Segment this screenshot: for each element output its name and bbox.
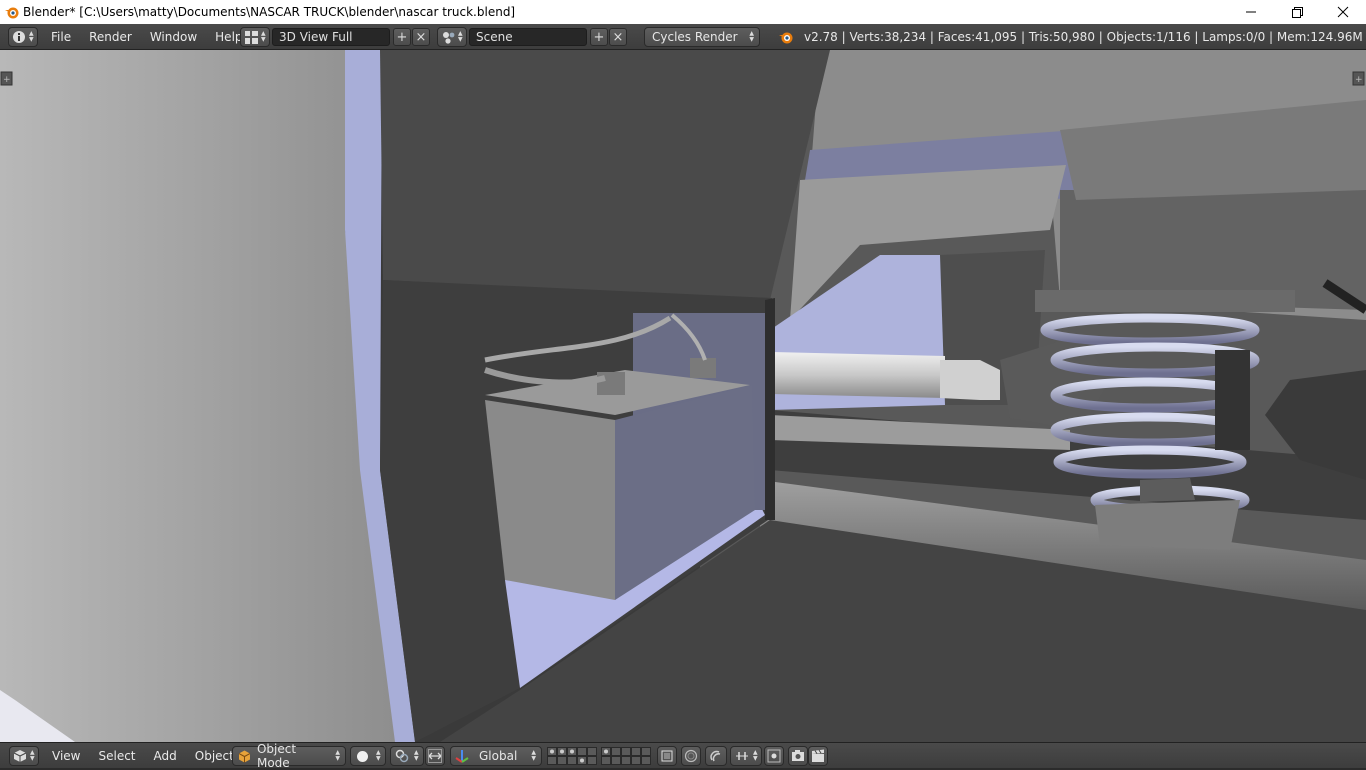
3d-editor-type-button[interactable]: ▲ ▼ [9, 746, 39, 766]
render-engine-dropdown[interactable]: Cycles Render ▲ ▼ [644, 27, 760, 47]
window-title: Blender* [C:\Users\matty\Documents\NASCA… [23, 5, 516, 19]
screen-layout-icon [245, 30, 258, 44]
transform-orientation-icon [455, 750, 469, 763]
render-engine-label: Cycles Render [652, 30, 738, 44]
viewport-corner-widget-left[interactable]: + [0, 71, 13, 86]
window-titlebar: Blender* [C:\Users\matty\Documents\NASCA… [0, 0, 1366, 24]
mode-label: Object Mode [256, 742, 297, 770]
restore-icon[interactable] [1274, 0, 1320, 24]
menu-window[interactable]: Window [143, 27, 204, 47]
updown-arrows-icon: ▲ ▼ [335, 749, 340, 762]
delete-scene-icon[interactable]: × [609, 28, 627, 46]
editor-type-button[interactable]: ▲ ▼ [8, 27, 38, 47]
delete-screen-icon[interactable]: × [412, 28, 430, 46]
menu-view[interactable]: View [45, 746, 87, 766]
snap-element-icon[interactable] [764, 746, 784, 766]
scene-selector[interactable]: ▲ ▼ [437, 27, 467, 47]
3d-view-menu-bar: View Select Add Object [45, 746, 241, 766]
pivot-dropdown[interactable]: ▲ ▼ [390, 746, 424, 766]
menu-select[interactable]: Select [91, 746, 142, 766]
orientation-label: Global [479, 749, 518, 763]
object-mode-icon [238, 750, 251, 762]
shock-absorber [1215, 350, 1250, 450]
updown-arrows-icon: ▲ ▼ [458, 30, 463, 43]
battery-front-face [485, 400, 615, 600]
driveshaft [772, 352, 945, 398]
battery-terminal-left [597, 372, 625, 395]
mode-dropdown[interactable]: Object Mode ▲ ▼ [232, 742, 346, 770]
spring-top-mount [1035, 290, 1295, 312]
3d-viewport[interactable]: + + [0, 50, 1366, 742]
blender-logo-icon [5, 7, 19, 19]
updown-arrows-icon: ▲ ▼ [376, 749, 381, 762]
updown-arrows-icon: ▲ ▼ [414, 749, 419, 762]
viewport-shading-dropdown[interactable]: ▲ ▼ [350, 746, 386, 766]
battery-box-lip [765, 298, 775, 520]
updown-arrows-icon: ▲ ▼ [749, 30, 754, 43]
minimize-icon[interactable] [1228, 0, 1274, 24]
menu-file[interactable]: File [44, 27, 78, 47]
info-menu-bar: File Render Window Help [44, 27, 250, 47]
svg-text:+: + [1355, 75, 1363, 85]
blender-logo-small [778, 27, 794, 47]
3d-view-header: ▲ ▼ View Select Add Object Object Mode ▲ ▼… [0, 742, 1366, 770]
spring-lower-bolt [1140, 478, 1195, 502]
battery-box-top-wall [380, 50, 830, 300]
info-icon [13, 31, 25, 43]
scene-stats: v2.78 | Verts:38,234 | Faces:41,095 | Tr… [804, 30, 1366, 44]
viewport-corner-widget-right[interactable]: + [1352, 71, 1365, 86]
updown-arrows-icon: ▲ ▼ [29, 30, 34, 43]
scene-field[interactable]: Scene [469, 28, 587, 46]
add-screen-icon[interactable]: + [393, 28, 411, 46]
updown-arrows-icon: ▲ ▼ [753, 749, 758, 762]
window-controls [1228, 0, 1366, 24]
add-scene-icon[interactable]: + [590, 28, 608, 46]
opengl-animation-icon[interactable] [808, 746, 828, 766]
snap-target-icon[interactable]: ▲ ▼ [730, 746, 762, 766]
driveshaft-yoke [940, 360, 1000, 400]
transform-orientation-dropdown[interactable]: Global ▲ ▼ [450, 746, 542, 766]
viewport-scene-render: + + [0, 50, 1366, 742]
proportional-edit-icon[interactable] [681, 746, 701, 766]
manipulator-icon [428, 749, 442, 763]
snap-icon[interactable] [705, 746, 727, 766]
pivot-icon [395, 749, 409, 763]
screen-layout-field[interactable]: 3D View Full [272, 28, 390, 46]
solid-shading-icon [357, 750, 368, 762]
battery-terminal-right [690, 358, 716, 378]
updown-arrows-icon: ▲ ▼ [30, 749, 35, 762]
screen-layout-selector[interactable]: ▲ ▼ [240, 27, 270, 47]
manipulator-toggle[interactable] [425, 746, 445, 766]
blender-logo-icon [779, 32, 793, 44]
updown-arrows-icon: ▲ ▼ [261, 30, 266, 43]
info-header: ▲ ▼ File Render Window Help ▲ ▼ 3D View Fu… [0, 24, 1366, 50]
scene-icon [443, 31, 455, 44]
updown-arrows-icon: ▲ ▼ [531, 749, 536, 762]
close-icon[interactable] [1320, 0, 1366, 24]
3d-view-icon [13, 750, 27, 762]
opengl-render-icon[interactable] [788, 746, 808, 766]
svg-text:+: + [3, 75, 11, 85]
layers-icon[interactable] [547, 746, 651, 766]
lock-icon[interactable] [657, 746, 677, 766]
menu-render[interactable]: Render [82, 27, 139, 47]
spring-lower-seat [1095, 500, 1240, 550]
menu-add[interactable]: Add [147, 746, 184, 766]
